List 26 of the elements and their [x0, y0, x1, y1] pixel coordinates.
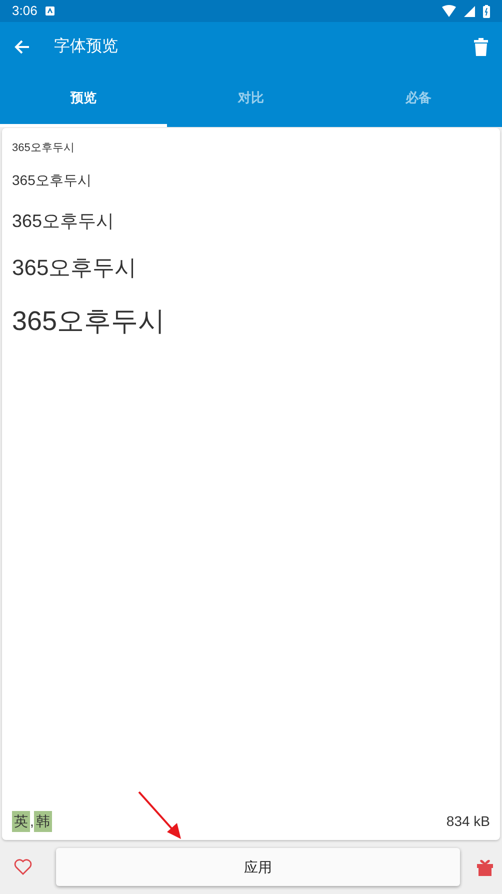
gift-icon — [476, 858, 494, 876]
gift-button[interactable] — [476, 858, 494, 876]
tab[interactable]: 必备 — [334, 72, 502, 127]
font-sample: 365오후두시 — [12, 254, 137, 281]
trash-icon — [474, 38, 488, 56]
font-sample: 365오후두시 — [12, 142, 74, 156]
signal-icon — [464, 6, 475, 16]
notification-icon — [45, 6, 56, 16]
separator-text: , — [30, 812, 34, 831]
wifi-icon — [442, 5, 456, 17]
status-time: 3:06 — [12, 2, 38, 20]
tab[interactable]: 对比 — [167, 72, 335, 127]
delete-button[interactable] — [474, 38, 488, 56]
language-tag: 英 — [12, 811, 30, 832]
battery-icon — [483, 4, 490, 18]
language-tag: 韩 — [34, 811, 52, 832]
screen-title: 字体预览 — [54, 36, 119, 57]
file-size: 834 kB — [446, 812, 490, 831]
annotation-arrow-icon — [137, 790, 183, 840]
font-sample: 365오후두시 — [12, 304, 166, 338]
apply-button[interactable]: 应用 — [56, 848, 460, 886]
back-button[interactable] — [14, 39, 30, 55]
back-arrow-icon — [14, 39, 30, 55]
font-sample: 365오후두시 — [12, 210, 114, 233]
heart-icon[interactable] — [14, 859, 32, 875]
font-sample: 365오후두시 — [12, 172, 92, 189]
